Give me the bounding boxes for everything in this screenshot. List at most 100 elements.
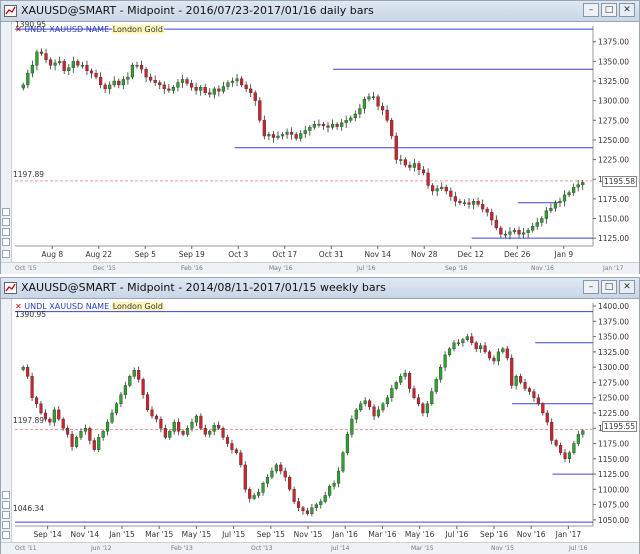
candle-body [154, 415, 159, 420]
close-button[interactable]: ✕ [619, 280, 635, 294]
weekly-chart-titlebar[interactable]: XAUUSD@SMART - Midpoint - 2014/08/11-201… [1, 278, 639, 299]
weekly-candlestick-chart[interactable]: 1400.00 1375.00 1350.00 1325.00 1300.00 1275.… [11, 299, 639, 542]
candle-body [532, 391, 536, 398]
candle-body [474, 342, 478, 350]
minimize-button[interactable]: – [583, 280, 599, 294]
candle-body [390, 388, 394, 398]
x-tick-label: Oct 31 [319, 250, 344, 259]
candle-body [258, 100, 262, 121]
candle-body [185, 79, 189, 84]
candle-body [394, 135, 398, 160]
candle-body [317, 124, 321, 126]
candle-body [465, 336, 469, 340]
candle-body [362, 98, 367, 109]
candle-body [508, 231, 512, 235]
candle-body [199, 415, 203, 429]
expand-icon[interactable] [2, 531, 10, 539]
candle-body [562, 194, 567, 202]
zoom-icon[interactable] [2, 228, 10, 236]
draw-icon[interactable] [2, 521, 10, 529]
candle-body [137, 370, 141, 380]
candle-body [453, 196, 457, 202]
crosshair-icon[interactable] [2, 218, 10, 226]
candle-body [476, 201, 480, 205]
candle-body [30, 376, 34, 398]
candle-body [310, 507, 314, 514]
candle-body [296, 501, 301, 508]
x-tick-label: May '15 [182, 530, 212, 539]
candle-body [426, 172, 430, 186]
candle-body [132, 370, 136, 377]
candle-body [553, 202, 558, 209]
candle-body [265, 476, 270, 484]
close-button[interactable]: ✕ [619, 3, 635, 17]
nav-tick: Oct '15 [15, 265, 37, 272]
expand-icon[interactable] [2, 250, 10, 258]
y-tick-label: 1125.00 [598, 234, 629, 243]
daily-candlestick-chart[interactable]: 1375.00 1350.00 1325.00 1300.00 1275.00 1250.… [11, 22, 639, 262]
y-tick-label: 1325.00 [598, 348, 629, 357]
candle-body [185, 428, 190, 435]
candle-body [149, 76, 153, 81]
candle-body [212, 88, 216, 95]
candle-body [163, 428, 167, 438]
candle-body [367, 96, 371, 100]
candle-body [550, 421, 554, 441]
candle-body [372, 406, 376, 417]
candle-body [221, 86, 226, 92]
candle-body [412, 163, 417, 168]
candle-body [123, 385, 127, 395]
candle-body [385, 109, 389, 121]
candle-body [83, 428, 87, 432]
zoom-icon[interactable] [2, 511, 10, 519]
weekly-chart-area[interactable]: 1400.00 1375.00 1350.00 1325.00 1300.00 1275.… [11, 299, 639, 542]
x-tick-label: Jan 9 [553, 250, 573, 259]
candle-body [312, 124, 316, 128]
candle-body [376, 96, 380, 107]
crosshair-icon[interactable] [2, 501, 10, 509]
candle-body [572, 443, 576, 453]
candle-body [26, 366, 30, 377]
candle-body [301, 507, 305, 511]
candle-body [576, 184, 580, 188]
weekly-navigator[interactable]: Oct '11 Jun '12 Feb '13 Oct '13 Jul '14 … [1, 542, 639, 554]
candle-body [180, 79, 185, 83]
nav-tick: Oct '11 [15, 545, 37, 552]
maximize-button[interactable]: □ [601, 3, 617, 17]
x-tick-label: Sep '16 [480, 530, 508, 539]
candle-body [359, 403, 363, 411]
candle-body [34, 397, 39, 405]
candle-body [271, 134, 276, 138]
candle-body [314, 504, 318, 508]
candle-body [541, 403, 545, 414]
candle-body [483, 345, 487, 353]
x-tick-label: Mar '16 [368, 530, 396, 539]
x-tick-label: Nov '14 [70, 530, 99, 539]
candle-body [103, 84, 107, 90]
candle-body [494, 219, 498, 229]
daily-chart-titlebar[interactable]: XAUUSD@SMART - Midpoint - 2016/07/23-201… [1, 1, 639, 22]
nav-tick: Feb '13 [171, 545, 193, 552]
candle-body [332, 483, 336, 487]
candle-body [544, 210, 548, 219]
candle-body [523, 382, 527, 389]
draw-icon[interactable] [2, 238, 10, 246]
nav-tick: Dec '15 [93, 265, 116, 272]
daily-chart-area[interactable]: 1375.00 1350.00 1325.00 1300.00 1275.00 1250.… [11, 22, 639, 262]
candle-body [292, 489, 296, 502]
candle-body [526, 230, 530, 233]
candle-body [26, 72, 30, 86]
y-tick-label: 1250.00 [598, 136, 629, 145]
candle-body [326, 125, 330, 128]
daily-navigator[interactable]: Oct '15 Dec '15 Feb '16 May '16 Jul '16 … [1, 262, 639, 274]
candle-body [336, 470, 341, 484]
candle-body [98, 76, 103, 86]
chart-settings-icon[interactable] [2, 491, 10, 499]
maximize-button[interactable]: □ [601, 280, 617, 294]
minimize-button[interactable]: – [583, 3, 599, 17]
candle-body [21, 366, 25, 370]
candle-body [283, 470, 287, 478]
candle-body [150, 409, 154, 417]
chart-settings-icon[interactable] [2, 208, 10, 216]
legend-name: London Gold [111, 25, 164, 34]
